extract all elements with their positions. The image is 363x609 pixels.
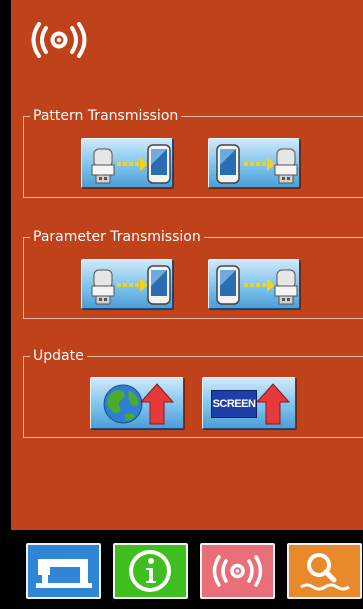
update-group: Update bbox=[23, 347, 363, 438]
panel-to-usb-icon bbox=[216, 144, 298, 184]
info-icon bbox=[129, 550, 171, 592]
usb-to-panel-icon bbox=[91, 265, 171, 305]
parameter-panel-to-usb-button[interactable] bbox=[208, 259, 300, 309]
update-screen-button[interactable]: SCREEN bbox=[202, 377, 296, 429]
bottom-navigation bbox=[0, 530, 363, 609]
pattern-panel-to-usb-button[interactable] bbox=[208, 138, 300, 188]
pattern-transmission-title: Pattern Transmission bbox=[30, 107, 182, 125]
communication-screen: Pattern Transmission Parameter Transmiss… bbox=[11, 0, 363, 609]
parameter-usb-to-panel-button[interactable] bbox=[81, 259, 173, 309]
parameter-transmission-group: Parameter Transmission bbox=[23, 228, 363, 319]
globe-upload-icon bbox=[103, 383, 175, 425]
communication-tab[interactable] bbox=[200, 543, 275, 599]
wireless-signal-icon bbox=[212, 555, 263, 587]
screen-upload-icon bbox=[255, 383, 291, 425]
update-software-button[interactable] bbox=[90, 377, 184, 429]
update-title: Update bbox=[30, 347, 87, 365]
search-icon bbox=[300, 553, 350, 591]
usb-to-panel-icon bbox=[91, 144, 171, 184]
sewing-tab[interactable] bbox=[26, 543, 101, 599]
parameter-transmission-title: Parameter Transmission bbox=[30, 228, 204, 246]
pattern-transmission-group: Pattern Transmission bbox=[23, 107, 363, 198]
search-tab[interactable] bbox=[287, 543, 362, 599]
info-tab[interactable] bbox=[113, 543, 188, 599]
pattern-usb-to-panel-button[interactable] bbox=[81, 138, 173, 188]
panel-to-usb-icon bbox=[216, 265, 298, 305]
wireless-signal-icon bbox=[31, 22, 87, 58]
sewing-machine-icon bbox=[36, 559, 92, 588]
